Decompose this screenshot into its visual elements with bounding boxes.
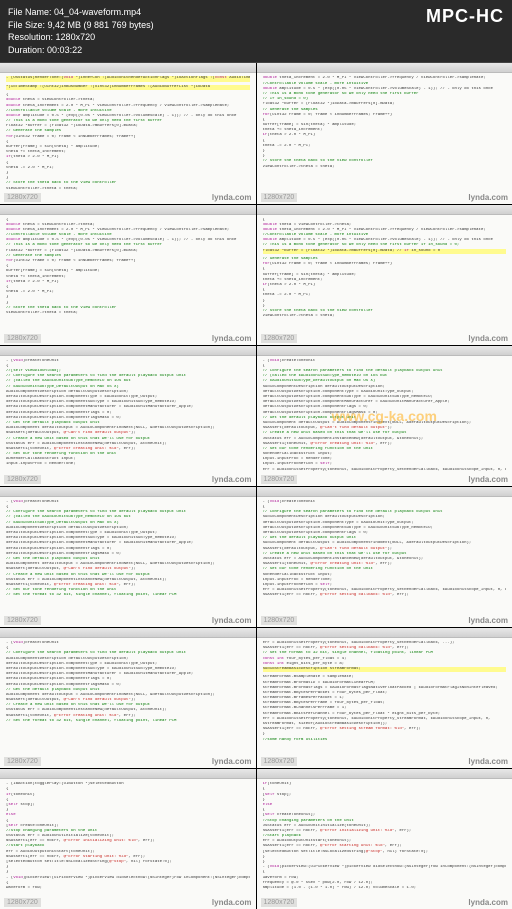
file-size-value: 9,42 MB (9 881 769 bytes)	[48, 20, 154, 30]
thumbnail[interactable]: - (void)createToneUnit{ //[self viewDidU…	[0, 346, 256, 486]
code-line: err = AudioUnitSetProperty(toneUnit, kAu…	[263, 468, 507, 473]
resolution-badge: 1280x720	[261, 616, 298, 625]
watermark: lynda.com	[468, 475, 508, 484]
file-name-label: File Name:	[8, 7, 52, 17]
code-content: err = AudioUnitSetProperty(toneUnit, kAu…	[257, 638, 512, 746]
watermark: lynda.com	[212, 334, 252, 343]
code-line: // Set the format to 32 bit, single chan…	[6, 719, 250, 724]
app-title: MPC-HC	[426, 6, 504, 56]
resolution-badge: 1280x720	[261, 193, 298, 202]
window-titlebar	[257, 487, 512, 497]
resolution-badge: 1280x720	[261, 898, 298, 907]
code-line: viewController->theta = theta;	[263, 314, 507, 319]
code-content: - (IBAction)togglePlay:(UIButton *)selec…	[0, 779, 256, 894]
window-titlebar	[0, 63, 256, 73]
window-titlebar	[257, 63, 512, 73]
thumbnail[interactable]: - (void)createToneUnit{ // Configure the…	[257, 346, 512, 486]
thumbnail[interactable]: - (IBAction)togglePlay:(UIButton *)selec…	[0, 769, 256, 909]
code-line: - (void)pickerView:(UIPickerView *)picke…	[6, 876, 250, 881]
code-content: double theta_increment = 2.0 * M_PI * vi…	[257, 73, 512, 172]
watermark: lynda.com	[212, 475, 252, 484]
player-header: File Name: 04_04-waveform.mp4 File Size:…	[0, 0, 512, 63]
resolution-badge: 1280x720	[4, 616, 41, 625]
thumbnail[interactable]: { double theta = viewController->theta; …	[0, 205, 256, 345]
thumbnail[interactable]: - (void)createToneUnit{ // Configure the…	[0, 628, 256, 768]
window-titlebar	[257, 346, 512, 356]
resolution-badge: 1280x720	[261, 475, 298, 484]
window-titlebar	[257, 628, 512, 638]
code-content: - (void)createToneUnit{ // Configure the…	[257, 497, 512, 602]
code-line: viewController->theta = theta;	[263, 165, 507, 170]
code-line: viewController->theta = theta;	[6, 311, 250, 316]
resolution-badge: 1280x720	[261, 757, 298, 766]
thumbnail[interactable]: if(toneUnit) { [self stop]; } else { [se…	[257, 769, 512, 909]
resolution-badge: 1280x720	[4, 757, 41, 766]
file-name-value: 04_04-waveform.mp4	[54, 7, 141, 17]
resolution-value: 1280x720	[56, 32, 96, 42]
watermark: lynda.com	[468, 757, 508, 766]
duration-label: Duration:	[8, 45, 45, 55]
code-content: - (void)createToneUnit{ // Configure the…	[0, 497, 256, 602]
code-line: NSAssert1(err == noErr, @"Error setting …	[263, 593, 507, 598]
code-line: amplitude = (1.0 - (1.0 * 1.0) * row) / …	[263, 886, 507, 891]
code-content: { double theta = viewController->theta; …	[257, 215, 512, 323]
duration-value: 00:03:22	[47, 45, 82, 55]
center-watermark: www.cg-ka.com	[332, 408, 437, 424]
code-content: if(toneUnit) { [self stop]; } else { [se…	[257, 779, 512, 894]
code-line: *)ioTimeStamp :(UInt32)inBusNumber :(UIn…	[6, 85, 250, 90]
window-titlebar	[0, 769, 256, 779]
code-line: - (void)pickerView:(UIPickerView *)picke…	[263, 865, 507, 870]
file-size-label: File Size:	[8, 20, 45, 30]
code-line: - (OSStatus)RenderTone:(void *)inRefCon …	[6, 76, 250, 81]
thumbnail[interactable]: double theta_increment = 2.0 * M_PI * vi…	[257, 63, 512, 203]
file-info: File Name: 04_04-waveform.mp4 File Size:…	[8, 6, 154, 56]
code-line: AudioStreamBasicDescription streamFormat…	[263, 667, 507, 672]
code-content: { double theta = viewController->theta; …	[0, 215, 256, 320]
window-titlebar	[257, 769, 512, 779]
watermark: lynda.com	[468, 334, 508, 343]
window-titlebar	[0, 628, 256, 638]
code-line: Float32 *buffer = (Float32 *)ioData->mBu…	[263, 249, 507, 254]
watermark: lynda.com	[468, 898, 508, 907]
watermark: lynda.com	[212, 616, 252, 625]
thumbnail[interactable]: - (void)createToneUnit{ // Configure the…	[0, 487, 256, 627]
code-content: - (void)createToneUnit{ // Configure the…	[0, 638, 256, 727]
code-line: waveform = row;	[6, 886, 250, 891]
watermark: lynda.com	[468, 616, 508, 625]
resolution-badge: 1280x720	[4, 898, 41, 907]
code-line: input.inputProc = RenderTone;	[6, 462, 250, 467]
window-titlebar	[0, 487, 256, 497]
watermark: lynda.com	[468, 193, 508, 202]
thumbnail[interactable]: - (OSStatus)RenderTone:(void *)inRefCon …	[0, 63, 256, 203]
code-content: - (OSStatus)RenderTone:(void *)inRefCon …	[0, 73, 256, 194]
code-line: //some handy form utilities	[263, 738, 507, 743]
window-titlebar	[257, 205, 512, 215]
watermark: lynda.com	[212, 193, 252, 202]
thumbnail[interactable]: - (void)createToneUnit{ // Configure the…	[257, 487, 512, 627]
resolution-badge: 1280x720	[261, 334, 298, 343]
thumbnail[interactable]: err = AudioUnitSetProperty(toneUnit, kAu…	[257, 628, 512, 768]
window-titlebar	[0, 346, 256, 356]
watermark: lynda.com	[212, 898, 252, 907]
resolution-label: Resolution:	[8, 32, 53, 42]
thumbnail-grid: - (OSStatus)RenderTone:(void *)inRefCon …	[0, 63, 512, 909]
resolution-badge: 1280x720	[4, 193, 41, 202]
resolution-badge: 1280x720	[4, 334, 41, 343]
window-titlebar	[0, 205, 256, 215]
resolution-badge: 1280x720	[4, 475, 41, 484]
thumbnail[interactable]: { double theta = viewController->theta; …	[257, 205, 512, 345]
watermark: lynda.com	[212, 757, 252, 766]
code-line: // Set the format to 32 bit, single chan…	[6, 593, 250, 598]
code-line: viewController->theta = theta;	[6, 187, 250, 192]
code-content: - (void)createToneUnit{ //[self viewDidU…	[0, 356, 256, 471]
